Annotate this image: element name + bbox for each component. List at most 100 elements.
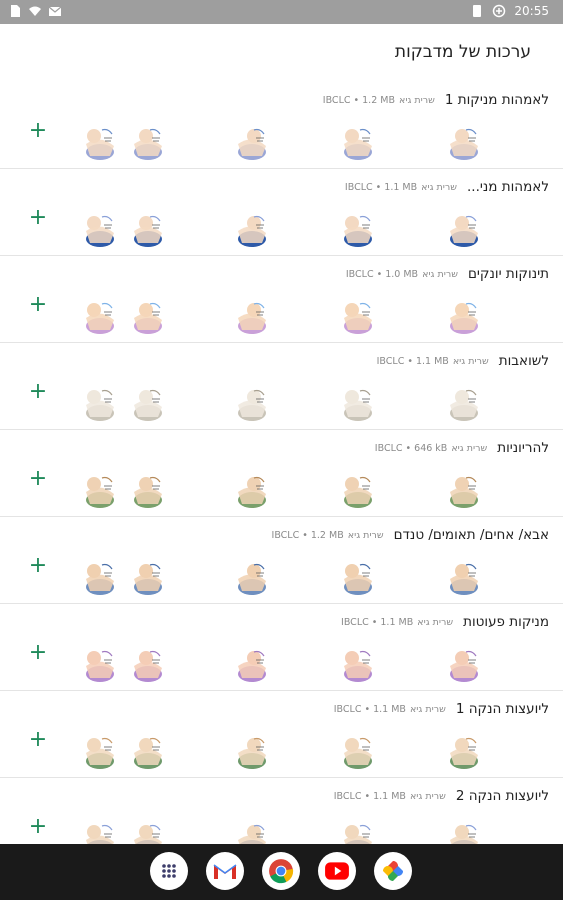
- pack-name: לאמהות מני...: [467, 179, 549, 195]
- pack-author: שרית גיא: [409, 791, 446, 802]
- battery-icon: [470, 4, 484, 18]
- photos-icon: [381, 859, 405, 883]
- pack-author: שרית גיא: [421, 182, 457, 193]
- sticker-thumbnail: [232, 731, 272, 771]
- youtube-icon: [324, 861, 350, 881]
- pack-size: IBCLC • 1.2 MB: [322, 95, 395, 106]
- sticker-thumbnail: [80, 470, 120, 510]
- sticker-thumbnail: [338, 209, 378, 249]
- sticker-thumbnail: [232, 557, 272, 597]
- sticker-thumbnail: [338, 470, 378, 510]
- pack-meta: שרית גיאIBCLC • 1.0 MB: [346, 269, 458, 280]
- add-pack-button[interactable]: +: [26, 381, 50, 405]
- mail-icon: [48, 4, 62, 18]
- dock-app-app-drawer[interactable]: [150, 852, 188, 890]
- pack-size: IBCLC • 1.1 MB: [333, 791, 406, 802]
- page-title: ערכות של מדבקות: [394, 42, 531, 62]
- dock-app-gmail[interactable]: [206, 852, 244, 890]
- pack-name: לשואבות: [498, 353, 549, 369]
- pack-name: ליועצות הנקה 1: [455, 701, 549, 717]
- pack-size: IBCLC • 1.1 MB: [341, 617, 414, 628]
- sticker-thumbnail: [444, 209, 484, 249]
- sticker-pack-list[interactable]: לאמהות מניקות 1 שרית גיאIBCLC • 1.2 MB + לא…: [0, 82, 563, 844]
- dock-app-photos[interactable]: [374, 852, 412, 890]
- add-pack-button[interactable]: +: [26, 729, 50, 753]
- add-pack-button[interactable]: +: [26, 294, 50, 318]
- sticker-thumbnail: [80, 731, 120, 771]
- add-pack-button[interactable]: +: [26, 642, 50, 666]
- sticker-thumbnail: [80, 296, 120, 336]
- chrome-icon: [268, 858, 294, 884]
- pack-meta: שרית גיאIBCLC • 646 kB: [375, 443, 487, 454]
- pack-size: IBCLC • 1.0 MB: [345, 269, 419, 280]
- add-pack-button[interactable]: +: [26, 555, 50, 579]
- pack-size: IBCLC • 1.1 MB: [344, 182, 418, 193]
- data-saver-icon: [492, 4, 506, 18]
- sticker-thumbnail: [128, 644, 168, 684]
- sticker-pack-row[interactable]: מניקות פעוטות שרית גיאIBCLC • 1.1 MB +: [0, 604, 563, 691]
- sticker-pack-row[interactable]: אבא/ אחים/ תאומים/ טנדם שרית גיאIBCLC • 1…: [0, 517, 563, 604]
- pack-name: אבא/ אחים/ תאומים/ טנדם: [393, 527, 549, 543]
- pack-meta: שרית גיאIBCLC • 1.1 MB: [334, 791, 446, 802]
- sticker-thumbnail: [338, 818, 378, 844]
- sticker-thumbnail: [80, 122, 120, 162]
- sticker-thumbnail: [338, 296, 378, 336]
- sticker-thumbnail: [232, 209, 272, 249]
- pack-meta: שרית גיאIBCLC • 1.1 MB: [377, 356, 489, 367]
- pack-name: מניקות פעוטות: [463, 614, 549, 630]
- dock-app-youtube[interactable]: [318, 852, 356, 890]
- sticker-thumbnail: [444, 818, 484, 844]
- pack-meta: שרית גיאIBCLC • 1.1 MB: [334, 704, 446, 715]
- sticker-thumbnail: [128, 731, 168, 771]
- pack-meta: שרית גיאIBCLC • 1.1 MB: [345, 182, 457, 193]
- sticker-thumbnail: [80, 383, 120, 423]
- add-pack-button[interactable]: +: [26, 120, 50, 144]
- sticker-pack-row[interactable]: ליועצות הנקה 1 שרית גיאIBCLC • 1.1 MB +: [0, 691, 563, 778]
- sticker-thumbnail: [128, 557, 168, 597]
- sticker-thumbnail: [338, 731, 378, 771]
- pack-author: שרית גיא: [409, 704, 446, 715]
- sticker-thumbnail: [128, 383, 168, 423]
- add-pack-button[interactable]: +: [26, 816, 50, 840]
- sticker-thumbnail: [444, 731, 484, 771]
- app-dock: [150, 852, 412, 890]
- sticker-thumbnail: [128, 470, 168, 510]
- pack-name: תינוקות יונקים: [467, 266, 549, 282]
- sticker-thumbnail: [444, 644, 484, 684]
- sticker-thumbnail: [128, 818, 168, 844]
- sticker-thumbnail: [338, 383, 378, 423]
- sticker-thumbnail: [444, 557, 484, 597]
- pack-name: להריוניות: [497, 440, 549, 456]
- sticker-pack-row[interactable]: לשואבות שרית גיאIBCLC • 1.1 MB +: [0, 343, 563, 430]
- pack-size: IBCLC • 1.1 MB: [333, 704, 406, 715]
- sticker-thumbnail: [80, 209, 120, 249]
- pack-size: IBCLC • 646 kB: [374, 443, 448, 454]
- sticker-pack-row[interactable]: לאמהות מניקות 1 שרית גיאIBCLC • 1.2 MB +: [0, 82, 563, 169]
- add-pack-button[interactable]: +: [26, 468, 50, 492]
- clock: 20:55: [514, 4, 549, 18]
- pack-author: שרית גיא: [422, 269, 458, 280]
- sticker-pack-row[interactable]: לאמהות מני... שרית גיאIBCLC • 1.1 MB +: [0, 169, 563, 256]
- sticker-thumbnail: [444, 122, 484, 162]
- sticker-pack-row[interactable]: תינוקות יונקים שרית גיאIBCLC • 1.0 MB +: [0, 256, 563, 343]
- sticker-thumbnail: [232, 122, 272, 162]
- sticker-thumbnail: [444, 383, 484, 423]
- sticker-thumbnail: [232, 470, 272, 510]
- sim-card-icon: [8, 4, 22, 18]
- sticker-thumbnail: [444, 296, 484, 336]
- sticker-thumbnail: [128, 122, 168, 162]
- pack-author: שרית גיא: [398, 95, 435, 106]
- pack-meta: שרית גיאIBCLC • 1.2 MB: [272, 530, 384, 541]
- sticker-pack-row[interactable]: ליועצות הנקה 2 שרית גיאIBCLC • 1.1 MB +: [0, 778, 563, 844]
- pack-author: שרית גיא: [347, 530, 384, 541]
- sticker-thumbnail: [338, 644, 378, 684]
- sticker-thumbnail: [232, 296, 272, 336]
- sticker-thumbnail: [338, 122, 378, 162]
- sticker-thumbnail: [80, 818, 120, 844]
- wifi-icon: [28, 4, 42, 18]
- sticker-pack-row[interactable]: להריוניות שרית גיאIBCLC • 646 kB +: [0, 430, 563, 517]
- pack-name: ליועצות הנקה 2: [455, 788, 549, 804]
- add-pack-button[interactable]: +: [26, 207, 50, 231]
- dock-app-chrome[interactable]: [262, 852, 300, 890]
- sticker-thumbnail: [338, 557, 378, 597]
